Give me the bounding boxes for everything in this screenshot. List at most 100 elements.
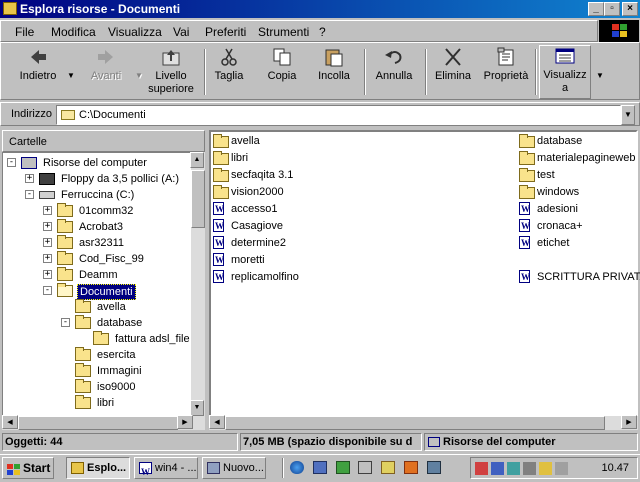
collapse-toggle[interactable]: - [25, 190, 34, 199]
tray-icon-alert[interactable] [475, 462, 488, 475]
folder-item[interactable]: database [519, 133, 637, 149]
scroll-right-button[interactable]: ▶ [621, 415, 637, 429]
tree-node[interactable]: + Floppy da 3,5 pollici (A:) [3, 171, 190, 187]
scroll-up-button[interactable]: ▲ [190, 152, 204, 168]
file-list-horizontal-scrollbar[interactable]: ◀ ▶ [209, 415, 638, 430]
copy-button[interactable]: Copia [263, 47, 301, 99]
folder-item[interactable]: vision2000 [213, 184, 331, 200]
document-item[interactable]: adesioni [519, 201, 637, 217]
tree-node[interactable]: + Cod_Fisc_99 [3, 251, 190, 267]
expand-toggle[interactable]: + [25, 174, 34, 183]
up-button[interactable]: Livello superiore [144, 47, 198, 99]
horizontal-scroll-thumb[interactable] [18, 416, 178, 430]
forward-dropdown-arrow[interactable]: ▼ [135, 71, 143, 80]
tree-vertical-scrollbar[interactable]: ▲ ▼ [190, 152, 205, 416]
document-item[interactable]: SCRITTURA PRIVATA [519, 269, 640, 285]
document-item[interactable]: etichet [519, 235, 637, 251]
start-button[interactable]: Start [2, 457, 54, 479]
back-button[interactable]: Indietro [13, 47, 63, 99]
horizontal-scroll-thumb[interactable] [225, 416, 605, 430]
tree-node[interactable]: fattura adsl_file [3, 331, 190, 347]
tree-node[interactable]: libri [3, 395, 190, 411]
tray-icon-monitor[interactable] [507, 462, 520, 475]
expand-toggle[interactable]: + [43, 206, 52, 215]
tree-node[interactable]: - Risorse del computer [3, 155, 190, 171]
folder-item[interactable]: secfaqita 3.1 [213, 167, 331, 183]
close-button[interactable]: × [622, 2, 638, 16]
back-dropdown-arrow[interactable]: ▼ [67, 71, 75, 80]
task-explorer[interactable]: Esplo... [66, 457, 130, 479]
views-dropdown-arrow[interactable]: ▼ [596, 71, 604, 80]
tray-icon-volume[interactable] [555, 462, 568, 475]
paste-button[interactable]: Incolla [313, 47, 355, 99]
scroll-left-button[interactable]: ◀ [2, 415, 18, 429]
delete-button[interactable]: Elimina [431, 47, 475, 99]
menu-modifica[interactable]: Modifica [51, 25, 96, 39]
expand-toggle[interactable]: + [43, 222, 52, 231]
menu-preferiti[interactable]: Preferiti [205, 25, 246, 39]
menu-strumenti[interactable]: Strumenti [258, 25, 309, 39]
properties-button[interactable]: Proprietà [481, 47, 531, 99]
folder-item[interactable]: libri [213, 150, 331, 166]
tree-node[interactable]: + asr32311 [3, 235, 190, 251]
document-item[interactable]: cronaca+ [519, 218, 637, 234]
tree-horizontal-scrollbar[interactable]: ◀ ▶ [2, 415, 205, 430]
expand-toggle[interactable]: + [43, 254, 52, 263]
menu-visualizza[interactable]: Visualizza [108, 25, 162, 39]
folder-item[interactable]: windows [519, 184, 637, 200]
tree-node[interactable]: - database [3, 315, 190, 331]
tree-node[interactable]: + Acrobat3 [3, 219, 190, 235]
pencil-tool-icon[interactable] [404, 461, 418, 474]
tree-node[interactable]: esercita [3, 347, 190, 363]
minimize-button[interactable]: _ [588, 2, 604, 16]
expand-toggle[interactable]: + [43, 270, 52, 279]
menu-vai[interactable]: Vai [173, 25, 189, 39]
task-word[interactable]: win4 - ... [134, 457, 198, 479]
tray-icon-scheduler[interactable] [539, 462, 552, 475]
show-desktop-icon[interactable] [358, 461, 372, 474]
tree-node[interactable]: + Deamm [3, 267, 190, 283]
scroll-right-button[interactable]: ▶ [177, 415, 193, 429]
outlook-express-icon[interactable] [313, 461, 327, 474]
tray-icon-modem[interactable] [523, 462, 536, 475]
tree-node[interactable]: iso9000 [3, 379, 190, 395]
file-list-pane[interactable]: avella libri secfaqita 3.1 vision2000 access… [209, 130, 640, 430]
folder-item[interactable]: avella [213, 133, 331, 149]
collapse-toggle[interactable]: - [7, 158, 16, 167]
document-item[interactable]: accesso1 [213, 201, 331, 217]
address-dropdown-button[interactable]: ▼ [621, 105, 635, 125]
tree-node[interactable]: - Documenti [3, 283, 190, 300]
tree-node[interactable]: - Ferruccina (C:) [3, 187, 190, 203]
tree-node[interactable]: avella [3, 299, 190, 315]
tree-node[interactable]: Immagini [3, 363, 190, 379]
cut-button[interactable]: Taglia [209, 47, 249, 99]
forward-button[interactable]: Avanti [81, 47, 131, 99]
document-item[interactable]: determine2 [213, 235, 331, 251]
scroll-thumb[interactable] [191, 170, 205, 228]
scroll-down-button[interactable]: ▼ [190, 400, 204, 416]
internet-explorer-icon[interactable] [290, 461, 304, 474]
folder-tree[interactable]: - Risorse del computer + Floppy da 3,5 poll… [2, 152, 191, 416]
document-item[interactable]: Casagiove [213, 218, 331, 234]
tray-icon-network[interactable] [491, 462, 504, 475]
collapse-toggle[interactable]: - [61, 318, 70, 327]
address-value[interactable]: C:\Documenti [79, 109, 146, 121]
folder-item[interactable]: materialepagineweb [519, 150, 637, 166]
menu-help[interactable]: ? [319, 25, 326, 39]
title-bar[interactable]: Esplora risorse - Documenti _ ▫ × [0, 0, 640, 18]
channels-icon[interactable] [336, 461, 350, 474]
document-item[interactable]: replicamolfino [213, 269, 331, 285]
settings-icon[interactable] [427, 461, 441, 474]
task-nuovo[interactable]: Nuovo... [202, 457, 266, 479]
undo-button[interactable]: Annulla [371, 47, 417, 99]
scroll-left-button[interactable]: ◀ [209, 415, 225, 429]
notepad-icon[interactable] [381, 461, 395, 474]
explorer-app-icon[interactable] [3, 2, 17, 15]
maximize-button[interactable]: ▫ [604, 2, 620, 16]
clock[interactable]: 10.47 [601, 462, 629, 474]
views-button[interactable]: Visualizz a [539, 45, 591, 99]
tree-node[interactable]: +01comm32 [3, 203, 190, 219]
address-input[interactable]: C:\Documenti [56, 105, 621, 125]
collapse-toggle[interactable]: - [43, 286, 52, 295]
expand-toggle[interactable]: + [43, 238, 52, 247]
